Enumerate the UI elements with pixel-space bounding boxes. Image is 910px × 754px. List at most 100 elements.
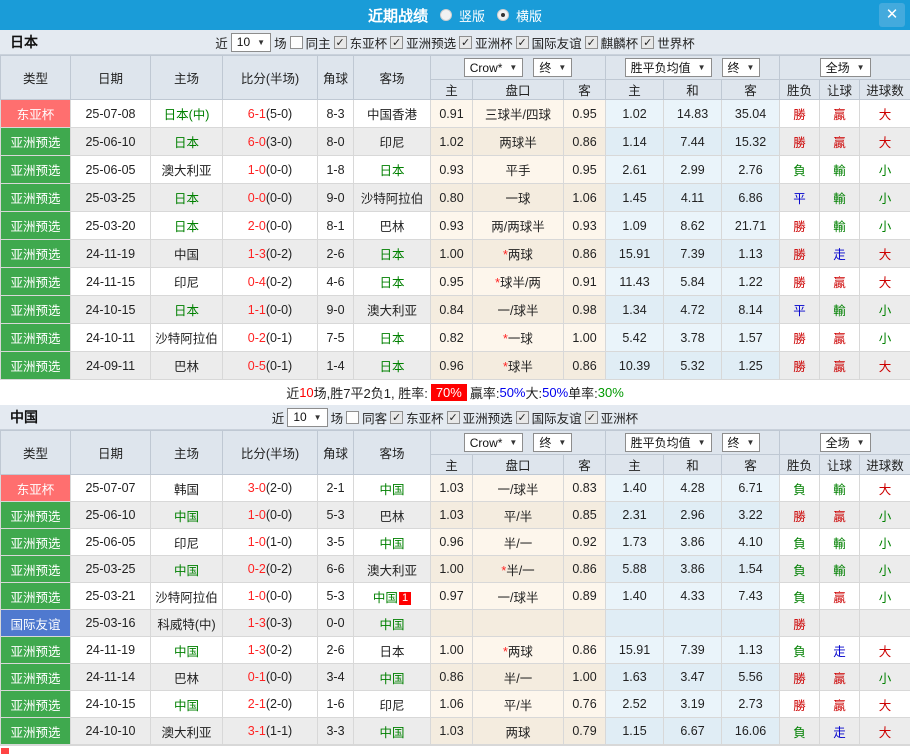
avg-time-select[interactable]: 终 ▼ [721, 58, 761, 77]
chevron-down-icon: ▼ [509, 438, 518, 447]
recent-count-select[interactable]: 10 ▼ [230, 32, 272, 52]
away-team-cell: 巴林 [353, 211, 431, 240]
col-winlose: 胜负 [779, 454, 821, 475]
avg-group-header: 胜平负均值 ▼ 终 ▼ [605, 430, 781, 455]
goals-result-cell: 大 [859, 127, 910, 156]
period-select[interactable]: 全场 ▼ [819, 58, 871, 77]
odds-home-cell: 0.97 [430, 582, 473, 610]
bookmaker-select[interactable]: Crow* ▼ [463, 58, 524, 77]
score-cell: 6-1(5-0) [222, 99, 318, 128]
goals-result-cell: 小 [859, 501, 910, 529]
cup-checkbox[interactable]: ✓ [390, 35, 404, 49]
cup-checkbox[interactable]: ✓ [459, 35, 473, 49]
corner-cell: 9-0 [317, 183, 354, 212]
letgoal-result-cell: 贏 [819, 663, 861, 691]
winlose-result-cell: 勝 [779, 351, 821, 380]
avg-home-cell: 1.40 [605, 474, 665, 502]
match-date-cell: 24-10-15 [70, 295, 151, 324]
match-row: 亚洲预选 24-11-19 中国 1-3(0-2) 2-6 日本 1.00 *两球 0.86 15… [0, 239, 910, 268]
handicap-cell: 平/半 [472, 501, 564, 529]
avg-home-cell: 1.63 [605, 663, 665, 691]
filter-bar-japan: 近 10 ▼ 场同主 ✓ 东亚杯 ✓ 亚洲预选 ✓ 亚洲杯 ✓ 国际友谊 ✓ 麒麟杯 ✓ 世界杯 [215, 32, 695, 52]
avg-draw-cell: 3.19 [663, 690, 723, 718]
odds-home-cell: 0.95 [430, 267, 473, 296]
match-type-cell: 亚洲预选 [0, 717, 71, 745]
odds-time-select[interactable]: 终 ▼ [533, 58, 573, 77]
winlose-result-cell: 負 [779, 555, 821, 583]
handicap-cell: 平/半 [472, 690, 564, 718]
match-date-cell: 25-03-25 [70, 555, 151, 583]
letgoal-result-cell: 輸 [819, 474, 861, 502]
recent-count-value: 10 [236, 35, 251, 49]
fulltime-score: 1-3 [247, 246, 266, 261]
same-venue-checkbox[interactable] [346, 410, 360, 424]
summary-part: 大: [525, 386, 543, 401]
bookmaker-select[interactable]: Crow* ▼ [463, 433, 524, 452]
recent-count-select[interactable]: 10 ▼ [287, 407, 328, 427]
winlose-result-cell: 負 [779, 717, 821, 745]
handicap-value: 球半/两 [499, 276, 541, 290]
match-date-cell: 24-11-15 [70, 267, 151, 296]
odds-home-cell: 0.84 [430, 295, 473, 324]
match-date-cell: 24-11-19 [70, 636, 151, 664]
recent-count-value: 10 [293, 410, 307, 424]
vertical-layout-label: 竖版 [458, 8, 485, 24]
odds-away-cell: 1.00 [562, 663, 607, 691]
horizontal-layout-radio[interactable] [497, 9, 509, 21]
cup-checkbox[interactable]: ✓ [584, 410, 598, 424]
fulltime-score: 1-3 [247, 616, 266, 630]
fulltime-score: 1-0 [247, 162, 266, 177]
odds-time-select[interactable]: 终 ▼ [533, 433, 573, 452]
wdl-average-select[interactable]: 胜平负均值 ▼ [624, 433, 712, 452]
match-type-cell: 亚洲预选 [0, 636, 71, 664]
same-venue-checkbox[interactable] [289, 35, 303, 49]
avg-time-select[interactable]: 终 ▼ [721, 433, 761, 452]
avg-home-cell: 5.42 [605, 323, 665, 352]
avg-draw-cell: 2.99 [663, 155, 723, 184]
avg-home-cell: 5.88 [605, 555, 665, 583]
away-team-cell: 澳大利亚 [353, 555, 431, 583]
odds-away-cell: 0.98 [562, 295, 607, 324]
avg-draw-cell: 8.62 [663, 211, 723, 240]
cup-checkbox[interactable]: ✓ [641, 35, 655, 49]
col-score: 比分(半场) [222, 430, 318, 475]
recent-label: 近 [215, 36, 228, 51]
corner-cell: 6-6 [317, 555, 354, 583]
match-row: 亚洲预选 25-03-25 日本 0-0(0-0) 9-0 沙特阿拉伯 0.80 一球 1.06… [0, 183, 910, 212]
section-header-china: 中国 近 10 ▼ 场同客 ✓ 东亚杯 ✓ 亚洲预选 ✓ 国际友谊 ✓ 亚洲杯 [0, 405, 910, 430]
match-row: 亚洲预选 24-10-15 中国 2-1(2-0) 1-6 印尼 1.06 平/半 0.76 2.… [0, 690, 910, 718]
avg-away-cell: 6.71 [721, 474, 781, 502]
home-team-cell: 中国 [150, 690, 223, 718]
letgoal-result-cell: 贏 [819, 690, 861, 718]
match-date-cell: 24-09-11 [70, 351, 151, 380]
avg-away-cell: 2.73 [721, 690, 781, 718]
winlose-result-cell: 勝 [779, 239, 821, 268]
cup-checkbox[interactable]: ✓ [515, 35, 529, 49]
cup-checkbox[interactable]: ✓ [446, 410, 460, 424]
avg-draw-cell: 5.32 [663, 351, 723, 380]
close-icon[interactable]: ✕ [879, 3, 905, 27]
avg-draw-cell: 3.47 [663, 663, 723, 691]
avg-group-header: 胜平负均值 ▼ 终 ▼ [605, 55, 781, 80]
handicap-cell: *球半 [472, 351, 564, 380]
handicap-cell: 平手 [472, 155, 564, 184]
letgoal-result-cell: 輸 [819, 555, 861, 583]
cup-checkbox[interactable]: ✓ [584, 35, 598, 49]
match-date-cell: 25-03-20 [70, 211, 151, 240]
cup-checkbox[interactable]: ✓ [333, 35, 347, 49]
letgoal-result-cell: 輸 [819, 295, 861, 324]
winlose-result-cell: 勝 [779, 663, 821, 691]
odds-home-cell: 0.80 [430, 183, 473, 212]
away-team-cell: 澳大利亚 [353, 295, 431, 324]
summary-part: 贏率: [469, 386, 500, 401]
cup-checkbox[interactable]: ✓ [390, 410, 404, 424]
match-row: 亚洲预选 25-03-21 沙特阿拉伯 1-0(0-0) 5-3 中国 1 0.97 一/球半 0… [0, 582, 910, 610]
goals-result-cell: 大 [859, 690, 910, 718]
cup-checkbox[interactable]: ✓ [515, 410, 529, 424]
period-select[interactable]: 全场 ▼ [819, 433, 871, 452]
vertical-layout-radio[interactable] [439, 9, 452, 21]
away-team-cell: 巴林 [353, 501, 431, 529]
avg-away-cell: 35.04 [721, 99, 781, 128]
wdl-average-select[interactable]: 胜平负均值 ▼ [624, 58, 712, 77]
avg-away-cell: 6.86 [721, 183, 781, 212]
